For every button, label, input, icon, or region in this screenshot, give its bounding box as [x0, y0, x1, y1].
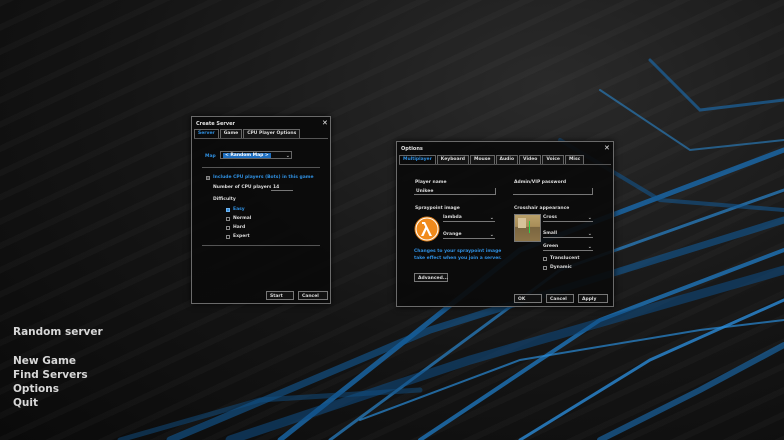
create-server-tabs: Server Game CPU Player Options: [194, 129, 301, 138]
tab-misc[interactable]: Misc: [564, 155, 585, 164]
menu-options[interactable]: Options: [13, 383, 59, 395]
tab-cpu-player-options[interactable]: CPU Player Options: [243, 129, 301, 138]
map-select[interactable]: < Random Map > ⌄: [220, 151, 292, 159]
crosshair-type-value: Cross: [543, 215, 557, 220]
spray-image-value: lambda: [443, 215, 462, 220]
close-icon[interactable]: ✕: [322, 119, 328, 127]
chevron-down-icon: ⌄: [489, 215, 494, 221]
tab-server[interactable]: Server: [194, 129, 219, 138]
map-select-value: < Random Map >: [223, 153, 271, 158]
spray-image-select[interactable]: lambda ⌄: [443, 214, 495, 222]
advanced-button[interactable]: Advanced...: [414, 273, 448, 282]
create-server-dialog: Create Server ✕ Server Game CPU Player O…: [191, 116, 331, 304]
tab-video[interactable]: Video: [519, 155, 542, 164]
radio-hard-label: Hard: [233, 225, 246, 230]
translucent-checkbox[interactable]: [543, 257, 547, 261]
separator: [202, 167, 320, 168]
radio-easy[interactable]: [226, 208, 230, 212]
background-streaks: [117, 58, 784, 440]
cancel-button[interactable]: Cancel: [546, 294, 574, 303]
translucent-label: Translucent: [550, 256, 580, 261]
menu-quit[interactable]: Quit: [13, 397, 38, 409]
dynamic-checkbox[interactable]: [543, 266, 547, 270]
player-name-label: Player name: [415, 180, 447, 185]
crosshair-size-select[interactable]: Small ⌄: [543, 230, 593, 238]
spray-color-select[interactable]: Orange ⌄: [443, 231, 495, 239]
dialog-title: Options: [401, 146, 423, 152]
difficulty-label: Difficulty: [213, 197, 236, 202]
chevron-down-icon: ⌄: [587, 231, 592, 237]
apply-button[interactable]: Apply: [578, 294, 608, 303]
preview-detail: [518, 218, 526, 228]
radio-easy-label: Easy: [233, 207, 245, 212]
tab-keyboard[interactable]: Keyboard: [436, 155, 469, 164]
options-tabs: Multiplayer Keyboard Mouse Audio Video V…: [399, 155, 585, 164]
crosshair-color-value: Green: [543, 244, 559, 249]
tab-voice[interactable]: Voice: [542, 155, 564, 164]
crosshair-size-value: Small: [543, 231, 558, 236]
crosshair-color-select[interactable]: Green ⌄: [543, 243, 593, 251]
menu-find-servers[interactable]: Find Servers: [13, 369, 88, 381]
chevron-down-icon: ⌄: [285, 153, 290, 159]
crosshair-label: Crosshair appearance: [514, 206, 570, 211]
num-cpu-input[interactable]: 14: [271, 184, 293, 191]
chevron-down-icon: ⌄: [489, 232, 494, 238]
crosshair-preview: [514, 214, 541, 242]
chevron-down-icon: ⌄: [587, 244, 592, 250]
include-cpu-checkbox[interactable]: [206, 176, 210, 180]
cancel-button[interactable]: Cancel: [298, 291, 328, 300]
options-dialog: Options ✕ Multiplayer Keyboard Mouse Aud…: [396, 141, 614, 307]
spray-note: Changes to your spraypoint image take ef…: [414, 249, 502, 261]
close-icon[interactable]: ✕: [604, 144, 610, 152]
dialog-title: Create Server: [196, 121, 235, 127]
dynamic-label: Dynamic: [550, 265, 572, 270]
tab-audio[interactable]: Audio: [495, 155, 519, 164]
tab-divider: [399, 164, 611, 165]
radio-expert-label: Expert: [233, 234, 250, 239]
radio-normal[interactable]: [226, 217, 230, 221]
ok-button[interactable]: OK: [514, 294, 542, 303]
player-name-input[interactable]: Unikee: [414, 188, 496, 195]
chevron-down-icon: ⌄: [587, 215, 592, 221]
radio-expert[interactable]: [226, 235, 230, 239]
tab-game[interactable]: Game: [219, 129, 243, 138]
menu-random-server[interactable]: Random server: [13, 326, 103, 338]
radio-normal-label: Normal: [233, 216, 252, 221]
spraypoint-label: Spraypoint image: [415, 206, 460, 211]
lambda-icon: [414, 216, 440, 242]
admin-password-label: Admin/VIP password: [514, 180, 567, 185]
map-label: Map: [205, 154, 216, 159]
include-cpu-label: Include CPU players (Bots) in this game: [213, 175, 314, 180]
separator: [202, 245, 320, 246]
admin-password-input[interactable]: [513, 188, 593, 195]
radio-hard[interactable]: [226, 226, 230, 230]
crosshair-icon: [529, 221, 530, 233]
tab-mouse[interactable]: Mouse: [469, 155, 495, 164]
crosshair-type-select[interactable]: Cross ⌄: [543, 214, 593, 222]
num-cpu-label: Number of CPU players: [213, 185, 272, 190]
tab-divider: [194, 138, 328, 139]
spray-color-value: Orange: [443, 232, 462, 237]
menu-new-game[interactable]: New Game: [13, 355, 76, 367]
tab-multiplayer[interactable]: Multiplayer: [399, 155, 436, 164]
start-button[interactable]: Start: [266, 291, 294, 300]
